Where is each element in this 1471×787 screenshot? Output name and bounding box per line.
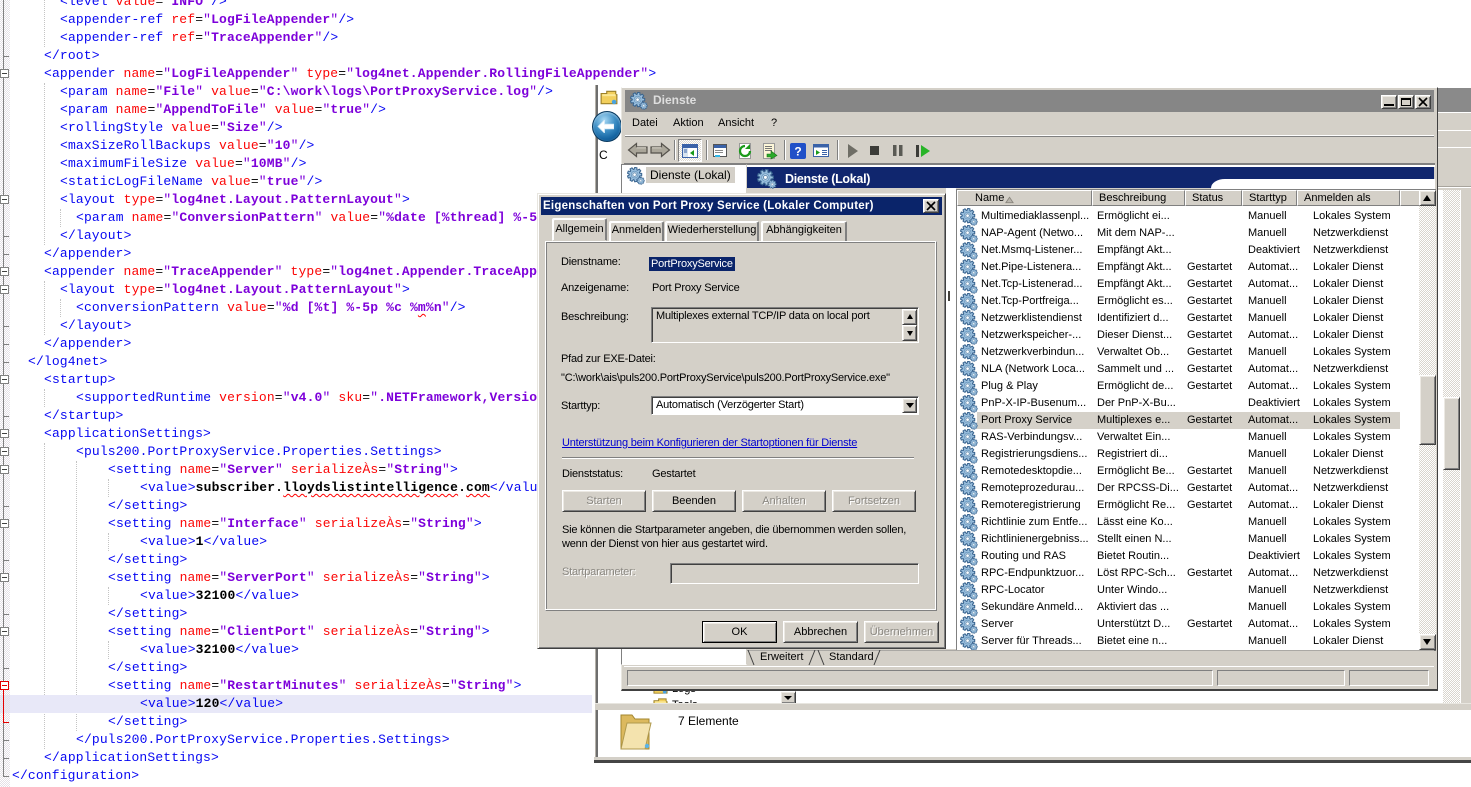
svg-text:?: ?	[794, 145, 801, 159]
